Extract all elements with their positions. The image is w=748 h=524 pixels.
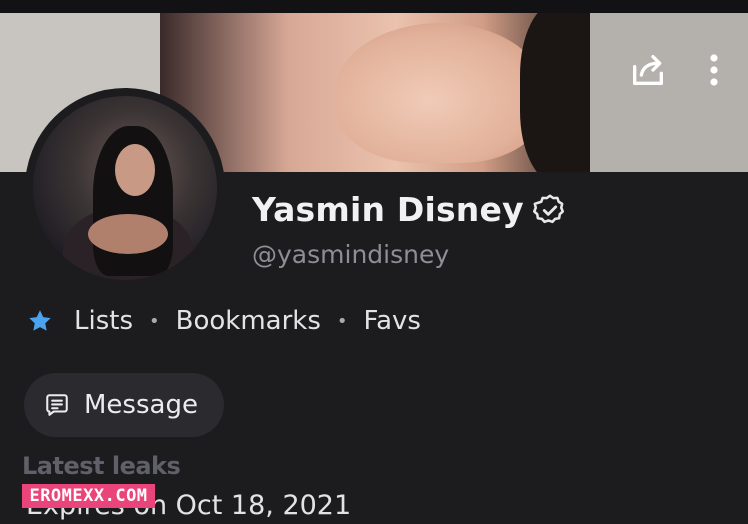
profile-links: Lists • Bookmarks • Favs xyxy=(26,306,421,336)
share-button[interactable] xyxy=(626,48,670,92)
avatar[interactable] xyxy=(25,88,225,288)
separator-dot: • xyxy=(149,310,160,332)
avatar-photo xyxy=(33,96,217,280)
more-options-button[interactable] xyxy=(694,48,734,92)
message-button[interactable]: Message xyxy=(24,373,224,437)
favs-link[interactable]: Favs xyxy=(364,306,421,336)
avatar-photo-skin xyxy=(88,214,168,254)
latest-leaks-label: Latest leaks xyxy=(22,452,181,480)
message-icon xyxy=(46,394,68,416)
status-strip xyxy=(0,0,748,13)
profile-name: Yasmin Disney xyxy=(252,190,524,229)
profile-handle: @yasmindisney xyxy=(252,240,450,269)
more-vertical-icon xyxy=(710,54,718,86)
profile-name-row: Yasmin Disney xyxy=(252,190,568,229)
share-icon xyxy=(633,55,663,86)
banner-right-panel xyxy=(590,13,748,172)
message-button-label: Message xyxy=(84,390,198,420)
watermark: EROMEXX.COM xyxy=(22,484,155,508)
lists-link[interactable]: Lists xyxy=(74,306,133,336)
banner-photo xyxy=(160,13,610,172)
banner-photo-face xyxy=(335,23,545,163)
avatar-photo-face xyxy=(115,144,155,196)
separator-dot: • xyxy=(336,310,348,332)
verified-badge-icon xyxy=(532,193,564,223)
star-icon xyxy=(26,307,54,335)
bookmarks-link[interactable]: Bookmarks xyxy=(176,306,321,336)
